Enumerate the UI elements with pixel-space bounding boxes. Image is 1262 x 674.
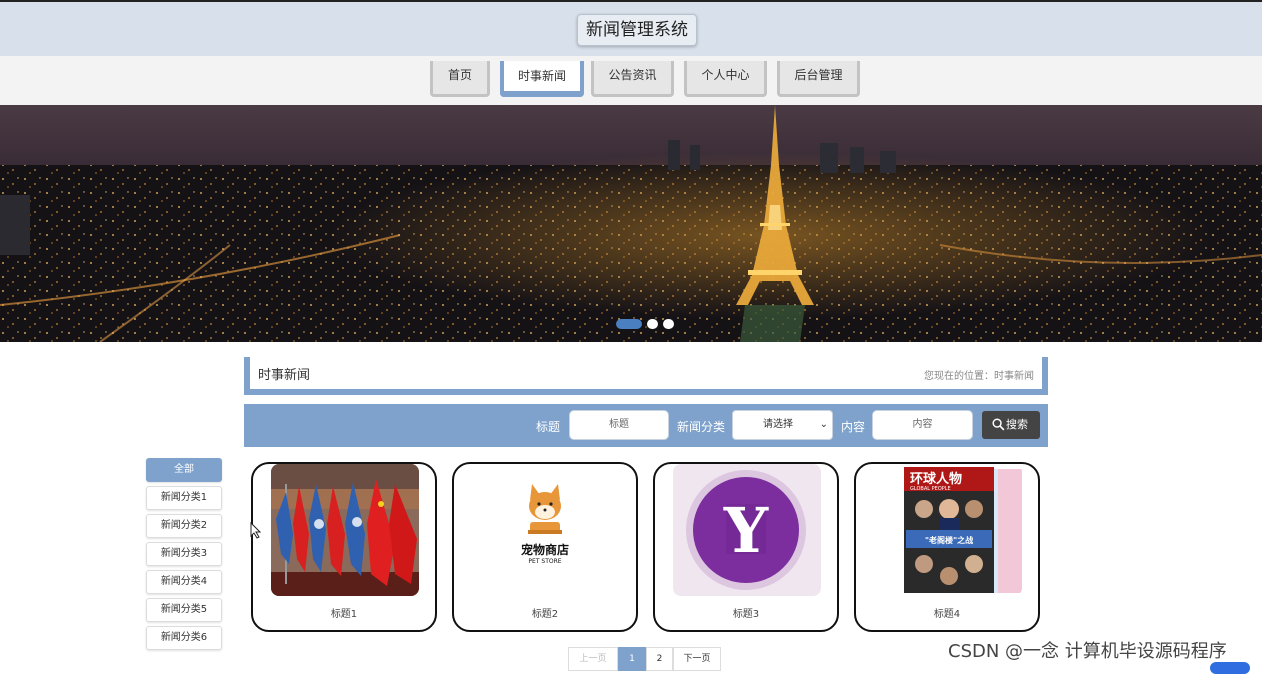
news-thumbnail-magazine: 环球人物 GLOBAL PEOPLE "老阁楼"之战	[874, 464, 1022, 596]
news-card[interactable]: 标题1	[251, 462, 437, 632]
news-card[interactable]: 宠物商店 PET STORE 标题2	[452, 462, 638, 632]
search-button[interactable]: 搜索	[982, 411, 1040, 439]
news-card-title: 标题2	[531, 609, 559, 620]
carousel-dot-2[interactable]	[647, 319, 658, 329]
category-all[interactable]: 全部	[146, 458, 222, 482]
category-label: 新闻分类	[677, 420, 726, 434]
carousel-dot-3[interactable]	[663, 319, 674, 329]
news-card[interactable]: Y 标题3	[653, 462, 839, 632]
nav-announcements[interactable]: 公告资讯	[591, 61, 674, 97]
floating-widget-icon[interactable]	[1210, 662, 1250, 674]
watermark: CSDN @一念 计算机毕设源码程序	[948, 641, 1227, 662]
breadcrumb: 您现在的位置：时事新闻	[924, 371, 1034, 382]
pagination-next[interactable]: 下一页	[673, 647, 721, 671]
news-thumbnail-pet-store: 宠物商店 PET STORE	[472, 464, 620, 596]
mouse-cursor-icon	[250, 522, 262, 539]
news-card[interactable]: 环球人物 GLOBAL PEOPLE "老阁楼"之战 标题4	[854, 462, 1040, 632]
title-input[interactable]: 标题	[569, 410, 669, 440]
yahoo-logo-letter: Y	[723, 494, 769, 567]
category-list: 全部 新闻分类1 新闻分类2 新闻分类3 新闻分类4 新闻分类5 新闻分类6	[146, 458, 222, 654]
category-select-value: 请选择	[763, 419, 793, 430]
title-label: 标题	[536, 420, 561, 434]
site-title: 新闻管理系统	[577, 14, 697, 46]
content-input[interactable]: 内容	[872, 410, 973, 440]
category-item[interactable]: 新闻分类5	[146, 598, 222, 622]
magazine-sub: GLOBAL PEOPLE	[910, 486, 951, 492]
category-item[interactable]: 新闻分类6	[146, 626, 222, 650]
section-title: 时事新闻	[258, 368, 311, 383]
main-nav: 首页 时事新闻 公告资讯 个人中心 后台管理	[0, 56, 1262, 105]
pet-store-logo-sub: PET STORE	[528, 558, 561, 565]
pagination-page-2[interactable]: 2	[646, 647, 673, 671]
search-button-label: 搜索	[1006, 418, 1028, 431]
news-card-title: 标题3	[732, 609, 760, 620]
search-icon	[992, 418, 1005, 431]
pagination-page-1[interactable]: 1	[618, 647, 646, 671]
content-label: 内容	[841, 420, 866, 434]
nav-admin[interactable]: 后台管理	[777, 61, 860, 97]
news-card-title: 标题4	[933, 609, 961, 620]
category-item[interactable]: 新闻分类4	[146, 570, 222, 594]
news-card-title: 标题1	[330, 609, 358, 620]
header-bar: 新闻管理系统	[0, 0, 1262, 56]
banner-image	[0, 105, 1262, 342]
magazine-title: 环球人物	[910, 471, 962, 487]
chevron-down-icon: ⌄	[819, 419, 828, 430]
magazine-headline: "老阁楼"之战	[925, 535, 973, 545]
pagination-prev[interactable]: 上一页	[568, 647, 618, 671]
category-select[interactable]: 请选择 ⌄	[732, 410, 833, 440]
news-thumbnail-flags	[271, 464, 419, 596]
category-item[interactable]: 新闻分类2	[146, 514, 222, 538]
carousel-dot-1[interactable]	[616, 319, 642, 329]
nav-home[interactable]: 首页	[430, 61, 490, 97]
pet-store-logo-text: 宠物商店	[521, 542, 569, 557]
search-bar: 标题 标题 新闻分类 请选择 ⌄ 内容 内容 搜索	[244, 404, 1048, 447]
nav-current-news[interactable]: 时事新闻	[500, 61, 584, 97]
banner-carousel[interactable]	[0, 105, 1262, 342]
category-item[interactable]: 新闻分类3	[146, 542, 222, 566]
news-thumbnail-yahoo: Y	[673, 464, 821, 596]
nav-personal-center[interactable]: 个人中心	[684, 61, 767, 97]
category-item[interactable]: 新闻分类1	[146, 486, 222, 510]
section-header: 时事新闻 您现在的位置：时事新闻	[244, 357, 1048, 395]
